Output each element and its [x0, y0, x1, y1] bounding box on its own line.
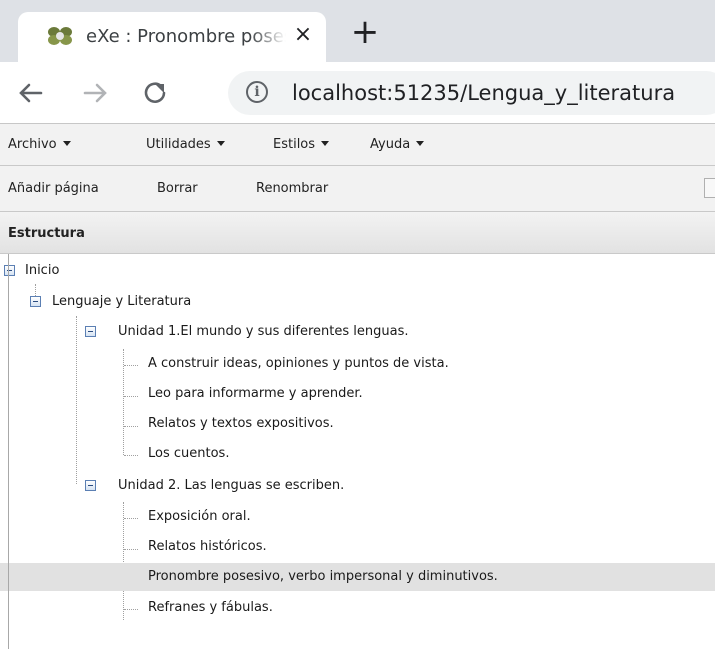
tree-node-label: Relatos y textos expositivos.: [148, 416, 334, 431]
tree-node-leaf[interactable]: Exposición oral.: [0, 503, 715, 531]
url-text[interactable]: localhost:51235/Lengua_y_literatura: [292, 80, 675, 106]
browser-tab[interactable]: eXe : Pronombre posesivo, verbo imperson…: [18, 12, 326, 62]
menu-ayuda[interactable]: Ayuda: [370, 137, 425, 152]
back-arrow-icon[interactable]: [14, 76, 48, 110]
menu-estilos-label: Estilos: [273, 137, 316, 152]
menu-utilidades-label: Utilidades: [146, 137, 211, 152]
menu-estilos[interactable]: Estilos: [273, 137, 330, 152]
tree-node-leaf[interactable]: Relatos y textos expositivos.: [0, 410, 715, 438]
tree-node-label: Los cuentos.: [148, 446, 230, 461]
new-tab-button[interactable]: +: [350, 15, 380, 49]
add-page-button[interactable]: Añadir página: [8, 181, 99, 196]
chevron-down-icon: [416, 141, 425, 146]
tree-node-label: Refranes y fábulas.: [148, 600, 273, 615]
tree-node-label: Pronombre posesivo, verbo impersonal y d…: [148, 569, 498, 584]
rename-button[interactable]: Renombrar: [256, 181, 328, 196]
tree-node-label: Unidad 1.El mundo y sus diferentes lengu…: [118, 324, 409, 339]
actionbar-control-edge[interactable]: [704, 178, 715, 198]
info-icon[interactable]: i: [246, 81, 268, 103]
tree-node-selected[interactable]: Pronombre posesivo, verbo impersonal y d…: [0, 563, 715, 591]
tree-node-label: Exposición oral.: [148, 509, 251, 524]
chevron-down-icon: [62, 141, 71, 146]
chevron-down-icon: [321, 141, 330, 146]
tree-node-lenguaje[interactable]: Lenguaje y Literatura: [0, 288, 715, 316]
tree-node-inicio[interactable]: Inicio: [0, 257, 715, 285]
structure-actionbar: Añadir página Borrar Renombrar: [0, 166, 715, 212]
menu-archivo[interactable]: Archivo: [8, 137, 71, 152]
exe-logo-icon: [48, 27, 72, 45]
tab-close-icon[interactable]: ×: [290, 22, 316, 48]
tree-node-label: Leo para informarme y aprender.: [148, 386, 363, 401]
menu-archivo-label: Archivo: [8, 137, 57, 152]
tab-title: eXe : Pronombre posesivo, verbo imperson…: [86, 26, 286, 47]
collapse-icon[interactable]: [85, 480, 96, 491]
tree-node-leaf[interactable]: Leo para informarme y aprender.: [0, 380, 715, 408]
tree-node-leaf[interactable]: Refranes y fábulas.: [0, 594, 715, 622]
delete-button[interactable]: Borrar: [157, 181, 198, 196]
forward-arrow-icon[interactable]: [78, 76, 112, 110]
tree-node-unidad-2[interactable]: Unidad 2. Las lenguas se escriben.: [0, 472, 715, 500]
collapse-icon[interactable]: [4, 265, 15, 276]
panel-title: Estructura: [8, 226, 85, 241]
address-bar[interactable]: i localhost:51235/Lengua_y_literatura: [228, 71, 715, 115]
menu-ayuda-label: Ayuda: [370, 137, 411, 152]
tree-node-leaf[interactable]: Relatos históricos.: [0, 533, 715, 561]
tree-node-label: Lenguaje y Literatura: [52, 294, 192, 309]
app-menubar: Archivo Utilidades Estilos Ayuda: [0, 124, 715, 166]
tree-node-unidad-1[interactable]: Unidad 1.El mundo y sus diferentes lengu…: [0, 318, 715, 346]
tree-node-label: Relatos históricos.: [148, 539, 267, 554]
collapse-icon[interactable]: [85, 326, 96, 337]
structure-panel-header: Estructura: [0, 212, 715, 254]
tree-node-label: Unidad 2. Las lenguas se escriben.: [118, 478, 345, 493]
chevron-down-icon: [216, 141, 225, 146]
collapse-icon[interactable]: [30, 296, 41, 307]
tree-node-leaf[interactable]: A construir ideas, opiniones y puntos de…: [0, 350, 715, 378]
tree-node-label: Inicio: [25, 263, 60, 278]
tree-node-leaf[interactable]: Los cuentos.: [0, 440, 715, 468]
structure-tree: Inicio Lenguaje y Literatura Unidad 1.El…: [0, 254, 715, 649]
browser-tabstrip: eXe : Pronombre posesivo, verbo imperson…: [0, 0, 715, 62]
reload-icon[interactable]: [138, 76, 172, 110]
browser-toolbar: i localhost:51235/Lengua_y_literatura: [0, 62, 715, 124]
menu-utilidades[interactable]: Utilidades: [146, 137, 225, 152]
tree-node-label: A construir ideas, opiniones y puntos de…: [148, 356, 449, 371]
panel-left-border: [8, 254, 9, 649]
